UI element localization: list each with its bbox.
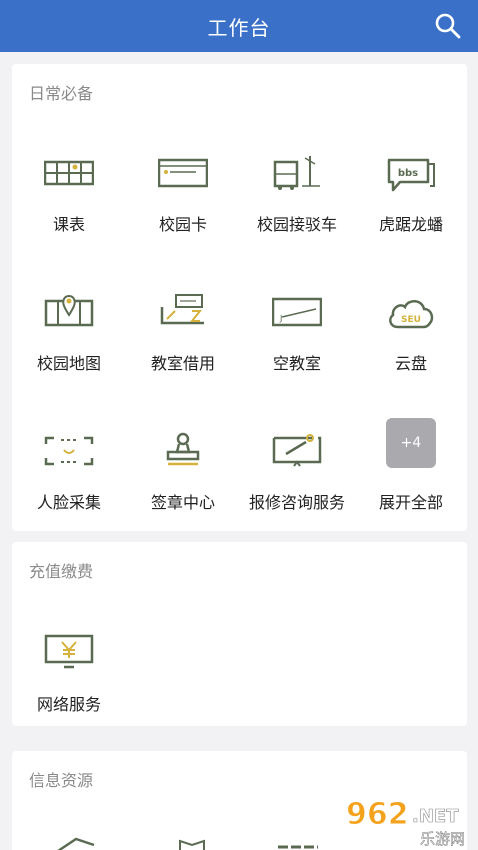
resource-icon-partial (57, 837, 95, 850)
top-bar: 工作台 (0, 0, 478, 52)
classroom-booking-icon (160, 294, 204, 325)
section-title: 信息资源 (29, 771, 94, 790)
expand-all-icon: +4 (386, 418, 436, 468)
tile-label: 教室借用 (150, 354, 215, 373)
watermark-net: .NET (412, 806, 459, 827)
tile-label: 网络服务 (36, 695, 101, 714)
page-title: 工作台 (207, 16, 271, 40)
tile-label: 展开全部 (378, 493, 443, 512)
shuttle-bus-icon (273, 156, 320, 190)
tile-label: 校园接驳车 (256, 215, 337, 234)
network-service-icon (44, 634, 94, 669)
tile-bbs[interactable]: bbs 虎踞龙蟠 (354, 154, 468, 234)
face-capture-icon (44, 436, 94, 466)
tile-campus-map[interactable]: 校园地图 (12, 293, 126, 373)
tile-label: 校园地图 (36, 354, 101, 373)
empty-classroom-icon: J (272, 297, 322, 327)
tile-label: 报修咨询服务 (248, 493, 345, 512)
tile-label: 空教室 (272, 354, 321, 373)
watermark-logo: 962 .NET 乐游网 (346, 797, 466, 849)
campus-map-icon (44, 295, 94, 327)
tile-label: 签章中心 (150, 493, 215, 512)
cloud-drive-icon: SEU (389, 300, 434, 329)
tile-shuttle[interactable]: 校园接驳车 (240, 154, 354, 234)
tile-timetable[interactable]: 课表 (12, 154, 126, 234)
tile-expand-all[interactable]: +4 展开全部 (354, 418, 468, 518)
tile-face-capture[interactable]: 人脸采集 (12, 432, 126, 532)
tile-label: 云盘 (394, 354, 427, 373)
repair-icon (272, 434, 322, 467)
tile-network-service[interactable]: 网络服务 (12, 634, 126, 714)
tile-campus-card[interactable]: 校园卡 (126, 154, 240, 234)
tile-stamp[interactable]: 签章中心 (126, 432, 240, 532)
svg-text:SEU: SEU (401, 315, 421, 325)
tile-label: 课表 (52, 215, 85, 234)
svg-text:J: J (279, 314, 282, 323)
bbs-icon: bbs (387, 158, 435, 192)
tile-cloud-drive[interactable]: SEU 云盘 (354, 293, 468, 373)
section-payment: 充值缴费 网络服务 (12, 542, 467, 726)
timetable-icon (44, 160, 94, 186)
watermark-number: 962 (346, 797, 409, 832)
tile-label: 人脸采集 (36, 493, 101, 512)
tile-classroom-booking[interactable]: 教室借用 (126, 293, 240, 373)
watermark-sub: 乐游网 (420, 830, 465, 848)
tile-repair[interactable]: 报修咨询服务 (240, 432, 354, 532)
svg-text:bbs: bbs (398, 168, 418, 179)
resource-icon-partial (179, 839, 205, 850)
section-title: 充值缴费 (29, 562, 94, 581)
tile-empty-classroom[interactable]: J 空教室 (240, 293, 354, 373)
resource-icon-partial (278, 845, 318, 849)
section-title: 日常必备 (29, 84, 94, 103)
tile-label: 虎踞龙蟠 (378, 215, 443, 234)
tile-label: 校园卡 (158, 215, 207, 234)
campus-card-icon (158, 158, 208, 188)
section-daily: 日常必备 课表 校园卡 校园接驳车 bbs 虎踞龙蟠 校园地图 教室借用 J 空… (12, 64, 467, 531)
search-icon[interactable] (434, 12, 462, 40)
stamp-icon (166, 432, 200, 466)
